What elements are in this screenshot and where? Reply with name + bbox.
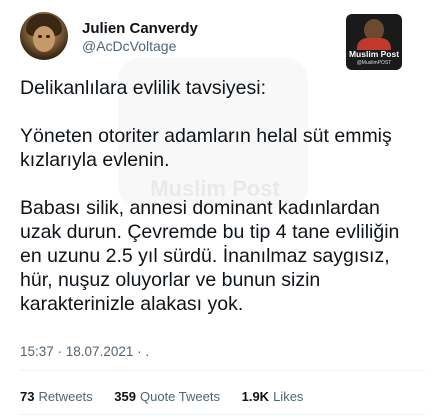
muslim-post-logo-icon: Muslim Post @MuslimPOST: [346, 14, 402, 70]
tweet-text: Delikanlılara evlilik tavsiyesi: Yöneten…: [20, 76, 425, 340]
quote-tweets-stat[interactable]: 359 Quote Tweets: [114, 389, 220, 404]
tweet-paragraph: Delikanlılara evlilik tavsiyesi:: [20, 77, 266, 99]
divider: [20, 414, 425, 415]
watermark-title: Muslim Post: [348, 49, 400, 59]
retweets-stat[interactable]: 73 Retweets: [20, 389, 93, 404]
author-handle[interactable]: @AcDcVoltage: [82, 38, 176, 54]
likes-count: 1.9K: [241, 389, 270, 404]
quote-tweets-label: Quote Tweets: [140, 389, 220, 404]
tweet-stats: 73 Retweets 359 Quote Tweets 1.9K Likes: [20, 389, 321, 404]
tweet-paragraph: Yöneten otoriter adamların helal süt emm…: [20, 125, 392, 171]
avatar[interactable]: [20, 12, 68, 60]
retweets-count: 73: [20, 389, 35, 404]
watermark-subtitle: @MuslimPOST: [356, 60, 392, 66]
author-display-name[interactable]: Julien Canverdy: [82, 20, 198, 37]
tweet-card: Muslim Post Julien Canverdy @AcDcVoltage…: [0, 0, 445, 418]
tweet-timestamp[interactable]: 15:37 · 18.07.2021 · .: [20, 344, 149, 359]
retweets-label: Retweets: [38, 389, 93, 404]
likes-label: Likes: [273, 389, 304, 404]
tweet-paragraph: Babası silik, annesi dominant kadınlarda…: [20, 197, 400, 315]
quote-tweets-count: 359: [114, 389, 136, 404]
likes-stat[interactable]: 1.9K Likes: [242, 389, 304, 404]
divider: [20, 370, 425, 371]
